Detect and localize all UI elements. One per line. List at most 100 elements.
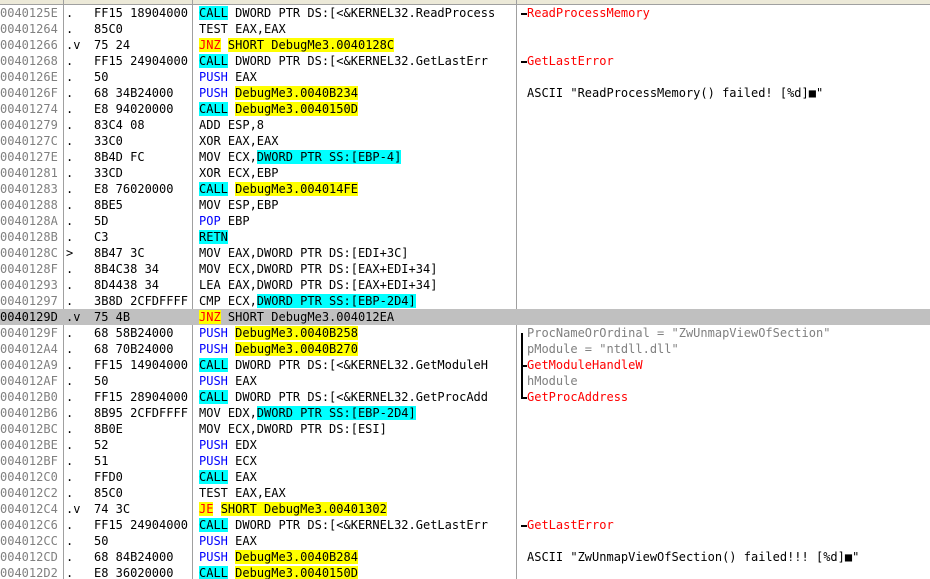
hex-dump-cell: 74 3C: [94, 502, 131, 516]
instruction-token: EAX: [227, 470, 257, 484]
code-row[interactable]: 004012BC. 8B0E MOV ECX,DWORD PTR DS:[ESI]: [0, 421, 930, 437]
argument-bracket: [521, 349, 525, 365]
jump-marker: .: [66, 438, 74, 452]
code-row[interactable]: 004012BF. 51 PUSH ECX: [0, 453, 930, 469]
code-row[interactable]: 0040129D .v 75 4B JNZ SHORT DebugMe3.004012…: [0, 309, 930, 325]
jump-marker: .: [66, 566, 74, 579]
code-row[interactable]: 00401288. 8BE5 MOV ESP,EBP: [0, 197, 930, 213]
code-row[interactable]: 0040126F. 68 34B24000 PUSH DebugMe3.0040B2…: [0, 85, 930, 101]
hex-dump-cell: 33C0: [94, 134, 123, 148]
instruction-token: CALL: [199, 518, 228, 532]
code-row[interactable]: 0040127C. 33C0 XOR EAX,EAX: [0, 133, 930, 149]
code-row[interactable]: 00401283. E8 76020000 CALL DebugMe3.004014…: [0, 181, 930, 197]
hex-dump-cell: 85C0: [94, 486, 123, 500]
jump-marker: .: [66, 86, 74, 100]
disassembly-cell: CALL DWORD PTR DS:[<&KERNEL32.GetLastErr: [199, 53, 514, 69]
code-row[interactable]: 00401281. 33CD XOR ECX,EBP: [0, 165, 930, 181]
hex-dump-cell: 8B4D FC: [94, 150, 145, 164]
code-row[interactable]: 00401274. E8 94020000 CALL DebugMe3.004015…: [0, 101, 930, 117]
code-row[interactable]: 0040127E. 8B4D FC MOV ECX,DWORD PTR SS:[EB…: [0, 149, 930, 165]
comment-cell: [519, 453, 930, 469]
code-row[interactable]: 0040129F. 68 58B24000 PUSH DebugMe3.0040B2…: [0, 325, 930, 341]
code-row[interactable]: 004012BE. 52 PUSH EDX: [0, 437, 930, 453]
argument-bracket: [521, 61, 527, 63]
comment-text: GetLastError: [527, 518, 614, 532]
code-row[interactable]: 00401293. 8D4438 34 LEA EAX,DWORD PTR DS:[…: [0, 277, 930, 293]
comment-cell: [519, 277, 930, 293]
address-cell: 00401281: [0, 166, 58, 180]
code-row[interactable]: 004012C0. FFD0 CALL EAX: [0, 469, 930, 485]
disassembly-cell: MOV EDX,DWORD PTR SS:[EBP-2D4]: [199, 405, 514, 421]
hex-dump-cell: C3: [94, 230, 109, 244]
disassembly-pane[interactable]: 0040125E. FF15 18904000 CALL DWORD PTR DS:…: [0, 0, 930, 579]
jump-marker: .: [66, 390, 74, 404]
comment-cell: [519, 501, 930, 517]
instruction-token: POP: [199, 214, 221, 228]
instruction-token: MOV ESP,EBP: [199, 198, 279, 212]
code-row[interactable]: 004012AF. 50 PUSH EAX hModule: [0, 373, 930, 389]
disassembly-cell: CALL DWORD PTR DS:[<&KERNEL32.GetProcAdd: [199, 389, 514, 405]
comment-cell: pModule = "ntdll.dll": [519, 341, 930, 357]
code-row[interactable]: 004012CD. 68 84B24000 PUSH DebugMe3.0040B2…: [0, 549, 930, 565]
hex-dump-cell: 8BE5: [94, 198, 123, 212]
code-row[interactable]: 004012CC. 50 PUSH EAX: [0, 533, 930, 549]
instruction-token: SHORT DebugMe3.004012EA: [220, 310, 395, 324]
code-row[interactable]: 004012D2. E8 36020000 CALL DebugMe3.004015…: [0, 565, 930, 579]
address-cell: 004012CD: [0, 550, 58, 564]
code-row[interactable]: 00401268. FF15 24904000 CALL DWORD PTR DS:…: [0, 53, 930, 69]
address-cell: 0040129F: [0, 326, 58, 340]
instruction-token: DWORD PTR SS:[EBP-4]: [256, 150, 402, 164]
disassembly-cell: PUSH EAX: [199, 69, 514, 85]
jump-marker: .: [66, 358, 74, 372]
code-row[interactable]: 004012C2. 85C0 TEST EAX,EAX: [0, 485, 930, 501]
code-row[interactable]: 00401297. 3B8D 2CFDFFFF CMP ECX,DWORD PTR …: [0, 293, 930, 309]
address-cell: 0040128B: [0, 230, 58, 244]
hex-dump-cell: 50: [94, 70, 109, 84]
disassembly-cell: CALL EAX: [199, 469, 514, 485]
code-row[interactable]: 004012A9. FF15 14904000 CALL DWORD PTR DS:…: [0, 357, 930, 373]
comment-text: ASCII "ReadProcessMemory() failed! [%d]■…: [527, 86, 824, 100]
instruction-token: JNZ: [199, 38, 221, 52]
instruction-token: DWORD PTR DS:[<&KERNEL32.GetModuleH: [227, 358, 488, 372]
code-row[interactable]: 00401264. 85C0 TEST EAX,EAX: [0, 21, 930, 37]
code-row[interactable]: 0040128C >8B47 3C MOV EAX,DWORD PTR DS:[ED…: [0, 245, 930, 261]
jump-marker: .v: [66, 310, 81, 324]
comment-cell: ASCII "ReadProcessMemory() failed! [%d]■…: [519, 85, 930, 101]
comment-cell: [519, 165, 930, 181]
code-row[interactable]: 0040128B. C3 RETN: [0, 229, 930, 245]
address-cell: 004012BF: [0, 454, 58, 468]
argument-bracket: [521, 525, 527, 527]
address-cell: 00401264: [0, 22, 58, 36]
instruction-token: XOR ECX,EBP: [199, 166, 279, 180]
code-row[interactable]: 0040128A. 5D POP EBP: [0, 213, 930, 229]
code-row[interactable]: 0040126E. 50 PUSH EAX: [0, 69, 930, 85]
comment-cell: [519, 309, 930, 325]
code-row[interactable]: 0040125E. FF15 18904000 CALL DWORD PTR DS:…: [0, 5, 930, 21]
code-row[interactable]: 004012C4 .v 74 3C JE SHORT DebugMe3.0040130…: [0, 501, 930, 517]
disassembly-cell: MOV ECX,DWORD PTR DS:[ESI]: [199, 421, 514, 437]
code-row[interactable]: 00401279. 83C4 08 ADD ESP,8: [0, 117, 930, 133]
instruction-token: DWORD PTR DS:[<&KERNEL32.ReadProcess: [227, 6, 496, 20]
comment-cell: [519, 565, 930, 579]
code-row[interactable]: 0040128F. 8B4C38 34 MOV ECX,DWORD PTR DS:[…: [0, 261, 930, 277]
comment-cell: [519, 469, 930, 485]
disassembly-cell: PUSH EAX: [199, 533, 514, 549]
jump-marker: .: [66, 486, 74, 500]
disassembly-cell: CALL DebugMe3.0040150D: [199, 101, 514, 117]
code-row[interactable]: 004012B0. FF15 28904000 CALL DWORD PTR DS:…: [0, 389, 930, 405]
hex-dump-cell: 8B95 2CFDFFFF: [94, 406, 188, 420]
code-row[interactable]: 004012B6. 8B95 2CFDFFFF MOV EDX,DWORD PTR …: [0, 405, 930, 421]
disassembly-cell: TEST EAX,EAX: [199, 21, 514, 37]
instruction-token: DebugMe3.0040B284: [235, 550, 358, 564]
code-row[interactable]: 004012C6. FF15 24904000 CALL DWORD PTR DS:…: [0, 517, 930, 533]
code-row[interactable]: 00401266 .v 75 24 JNZ SHORT DebugMe3.004012…: [0, 37, 930, 53]
address-cell: 00401297: [0, 294, 58, 308]
jump-marker: .: [66, 406, 74, 420]
jump-marker: >: [66, 246, 74, 260]
argument-bracket: [521, 397, 527, 399]
instruction-token: RETN: [199, 230, 228, 244]
address-cell: 004012C0: [0, 470, 58, 484]
code-row[interactable]: 004012A4. 68 70B24000 PUSH DebugMe3.0040B2…: [0, 341, 930, 357]
comment-text: ReadProcessMemory: [527, 6, 650, 20]
instruction-token: PUSH: [199, 70, 228, 84]
